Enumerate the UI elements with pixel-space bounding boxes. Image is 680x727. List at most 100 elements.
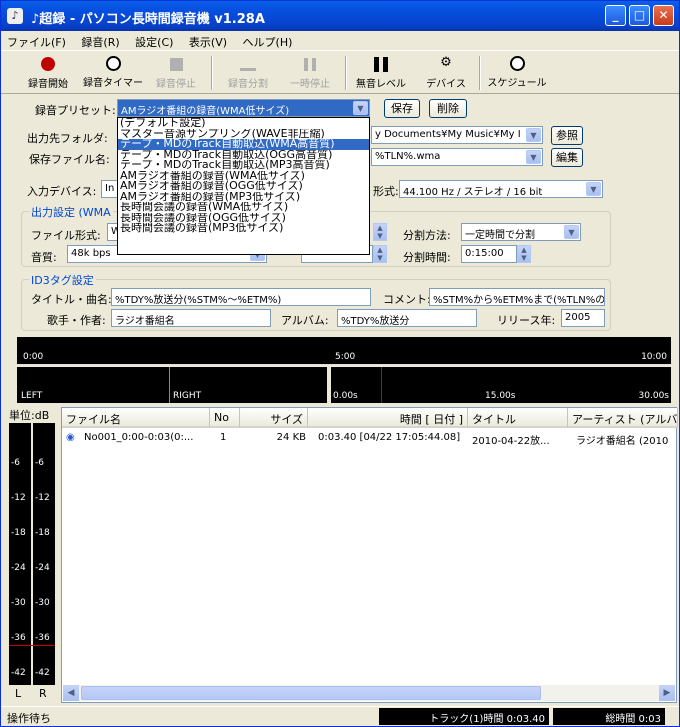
pause-button[interactable]: 一時停止 [285, 55, 335, 91]
row-filename: No001_0:00-0:03(0:... [84, 432, 194, 443]
col-size[interactable]: サイズ [240, 408, 308, 428]
spinner-up-down[interactable]: ▲ ▼ [373, 223, 387, 241]
timeline-mid: 5:00 [335, 352, 356, 362]
split-method-label: 分割方法: [403, 229, 451, 242]
stop-icon [169, 58, 183, 71]
audio-file-icon: ◉ [66, 432, 75, 443]
total-time: 総時間 0:03 [553, 708, 665, 725]
chevron-down-icon[interactable]: ▼ [353, 101, 368, 115]
preset-select[interactable]: AMラジオ番組の録音(WMA低サイズ) ▼ [117, 99, 370, 117]
save-filename-select[interactable]: %TLN%.wma ▼ [371, 148, 543, 166]
device-icon: ⚙ [440, 55, 452, 70]
chevron-down-icon[interactable]: ▼ [564, 225, 579, 239]
menu-view[interactable]: 表示(V) [183, 31, 233, 53]
left-channel-label: LEFT [21, 391, 43, 401]
split-time-input[interactable]: 0:15:00 [461, 245, 517, 263]
col-no[interactable]: No [210, 408, 240, 428]
id3-album-label: アルバム: [281, 314, 329, 327]
menu-file[interactable]: ファイル(F) [1, 31, 72, 53]
close-button[interactable]: ✕ [653, 5, 674, 26]
recording-list[interactable]: ファイル名 No サイズ 時間 [ 日付 ] タイトル アーティスト (アルバム… [61, 407, 678, 703]
output-folder-select[interactable]: y Documents¥My Music¥My I ▼ [371, 126, 543, 144]
id3-settings-title: ID3タグ設定 [29, 272, 96, 288]
menu-help[interactable]: ヘルプ(H) [237, 31, 299, 53]
record-timer-button[interactable]: 録音タイマー [83, 55, 143, 91]
record-start-button[interactable]: 録音開始 [23, 55, 73, 91]
chevron-down-icon[interactable]: ▼ [586, 182, 601, 196]
db-mark: -24 [11, 563, 26, 573]
title-bar[interactable]: ♪ ♪超録 - パソコン長時間録音機 v1.28A _ □ ✕ [1, 1, 679, 31]
preset-dropdown-list: (デフォルト設定) マスター音源サンプリング(WAVE非圧縮) テープ・MDのT… [117, 117, 370, 255]
preset-option[interactable]: AMラジオ番組の録音(OGG低サイズ) [118, 181, 369, 192]
edit-button[interactable]: 編集 [551, 148, 583, 167]
status-text: 操作待ち [7, 712, 51, 725]
db-mark: -42 [11, 668, 26, 678]
chevron-down-icon[interactable]: ▼ [526, 150, 541, 164]
id3-title-input[interactable]: %TDY%放送分(%STM%～%ETM%) [111, 288, 371, 306]
db-mark: -6 [11, 458, 20, 468]
preset-option[interactable]: 長時間会議の録音(WMA低サイズ) [118, 202, 369, 213]
toolbar: 録音開始 録音タイマー 録音停止 録音分割 一時停止 無音レベル ⚙ デバイス [1, 52, 679, 94]
id3-artist-input[interactable]: ラジオ番組名 [111, 309, 271, 327]
scroll-left-icon[interactable]: ◀ [63, 685, 79, 701]
device-button[interactable]: ⚙ デバイス [421, 55, 471, 91]
preset-save-button[interactable]: 保存 [384, 99, 420, 118]
id3-comment-label: コメント: [383, 293, 431, 306]
app-icon[interactable]: ♪ [7, 8, 23, 24]
db-mark: -18 [35, 528, 50, 538]
timeline-bar[interactable]: 0:00 5:00 10:00 [17, 337, 671, 365]
id3-comment-input[interactable]: %STM%から%ETM%まで(%TLN%の [429, 288, 605, 306]
timeline-baseline [17, 364, 671, 365]
menu-record[interactable]: 録音(R) [75, 31, 125, 53]
record-stop-button[interactable]: 録音停止 [151, 55, 201, 91]
split-method-value: 一定時間で分割 [465, 230, 535, 241]
id3-title-label: タイトル・曲名: [31, 293, 112, 306]
preset-option[interactable]: マスター音源サンプリング(WAVE非圧縮) [118, 129, 369, 140]
pause-icon [304, 58, 316, 71]
chevron-down-icon[interactable]: ▼ [526, 128, 541, 142]
preset-option[interactable]: 長時間会議の録音(MP3低サイズ) [118, 223, 369, 234]
id3-year-input[interactable]: 2005 [561, 309, 605, 327]
id3-artist-label: 歌手・作者: [47, 314, 106, 327]
silence-level-button[interactable]: 無音レベル [355, 55, 407, 91]
preset-option[interactable]: 長時間会議の録音(OGG低サイズ) [118, 213, 369, 224]
preset-option[interactable] [118, 234, 369, 246]
toolbar-separator [211, 56, 213, 90]
scroll-right-icon[interactable]: ▶ [659, 685, 675, 701]
maximize-button[interactable]: □ [629, 5, 650, 26]
col-filename[interactable]: ファイル名 [62, 408, 210, 428]
scroll-thumb[interactable] [81, 686, 541, 700]
col-title[interactable]: タイトル [468, 408, 568, 428]
timeline-end: 10:00 [641, 352, 667, 362]
record-split-button[interactable]: 録音分割 [223, 55, 273, 91]
menu-settings[interactable]: 設定(C) [129, 31, 179, 53]
row-time: 0:03.40 [04/22 17:05:44.08] [318, 432, 461, 443]
db-mark: -42 [35, 668, 50, 678]
preset-delete-button[interactable]: 削除 [429, 99, 467, 118]
waveform-t1: 15.00s [485, 391, 516, 401]
format-select[interactable]: 44.100 Hz / ステレオ / 16 bit ▼ [399, 180, 603, 198]
minimize-button[interactable]: _ [605, 5, 626, 26]
preset-option-highlighted[interactable]: テープ・MDのTrack自動取込(WMA高音質) [118, 139, 369, 150]
split-method-select[interactable]: 一定時間で分割 ▼ [461, 223, 581, 241]
db-mark: -6 [35, 458, 44, 468]
col-artist[interactable]: アーティスト (アルバム) [568, 408, 678, 428]
db-mark: -18 [11, 528, 26, 538]
toolbar-separator [479, 56, 481, 90]
browse-button[interactable]: 参照 [551, 126, 583, 145]
schedule-button[interactable]: スケジュール [487, 55, 547, 91]
track-time: トラック(1)時間 0:03.40 [379, 708, 549, 725]
spinner-up-down[interactable]: ▲ ▼ [373, 245, 387, 263]
preset-option[interactable]: テープ・MDのTrack自動取込(OGG高音質) [118, 150, 369, 161]
horizontal-scrollbar[interactable]: ◀ ▶ [63, 685, 675, 701]
preset-option[interactable]: テープ・MDのTrack自動取込(MP3高音質) [118, 160, 369, 171]
col-time[interactable]: 時間 [ 日付 ] [308, 408, 468, 428]
id3-album-input[interactable]: %TDY%放送分 [337, 309, 477, 327]
preset-option[interactable]: AMラジオ番組の録音(WMA低サイズ) [118, 171, 369, 182]
timeline-start: 0:00 [23, 352, 44, 362]
status-bar: 操作待ち トラック(1)時間 0:03.40 総時間 0:03 [1, 706, 679, 726]
split-time-spinner[interactable]: ▲ ▼ [517, 245, 531, 263]
preset-option[interactable]: AMラジオ番組の録音(MP3低サイズ) [118, 192, 369, 203]
level-meter-icon [374, 57, 388, 72]
preset-option[interactable]: (デフォルト設定) [118, 118, 369, 129]
